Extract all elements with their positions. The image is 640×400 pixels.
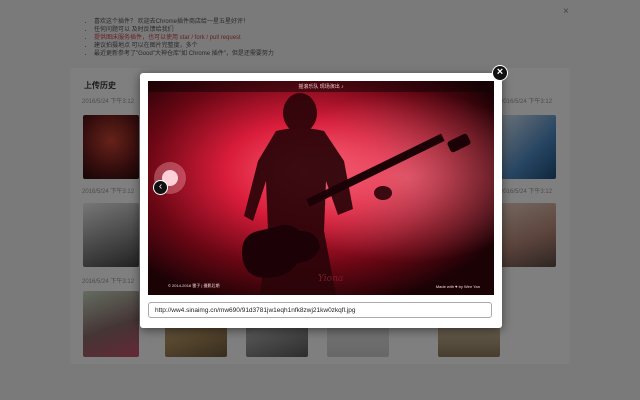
- previous-image-button[interactable]: ‹: [153, 180, 168, 195]
- photo-credit: Made with ♥ by Wen Yan: [435, 284, 480, 289]
- signature-text: Yiona: [318, 274, 343, 284]
- guitarist-photo: Yiona: [148, 81, 494, 295]
- photo-caption: 摇滚乐队 现场演出 ♪: [298, 84, 344, 90]
- close-icon: ×: [496, 66, 504, 78]
- photo-credit: © 2014-2016 雷子 | 摄影后期: [168, 283, 220, 288]
- close-dialog-button[interactable]: ×: [492, 65, 508, 81]
- image-preview-dialog: Yiona 摇滚乐队 现场演出 ♪ © 2014-2016 雷子 | 摄影后期 …: [140, 73, 502, 328]
- chevron-left-icon: ‹: [158, 181, 163, 192]
- image-url-field[interactable]: [148, 302, 492, 318]
- preview-image: Yiona 摇滚乐队 现场演出 ♪ © 2014-2016 雷子 | 摄影后期 …: [148, 81, 494, 295]
